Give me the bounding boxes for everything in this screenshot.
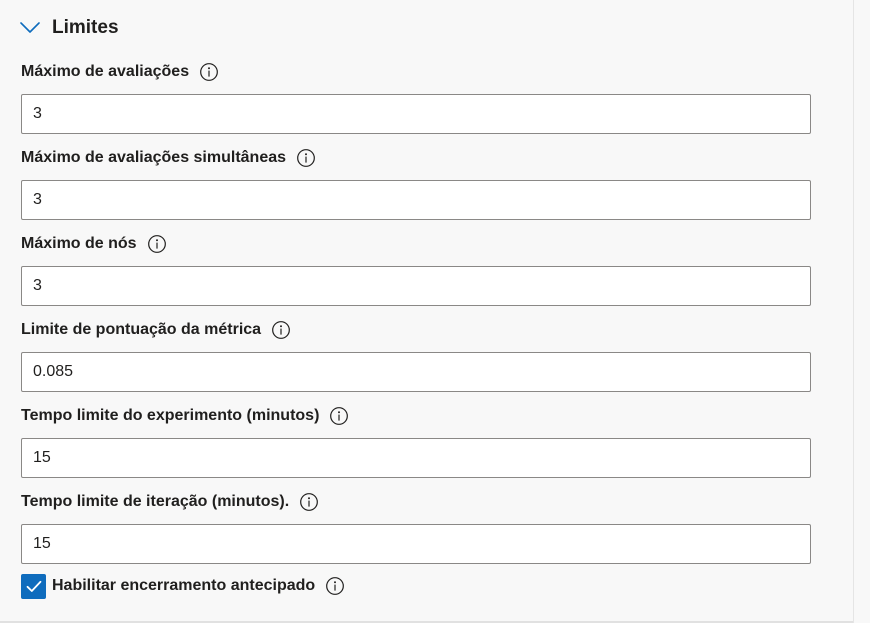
field-label: Tempo limite do experimento (minutos) bbox=[21, 407, 320, 424]
field-max-nodes: Máximo de nós bbox=[21, 232, 811, 306]
info-icon[interactable] bbox=[296, 148, 316, 168]
field-max-concurrent-trials: Máximo de avaliações simultâneas bbox=[21, 146, 811, 220]
field-label: Máximo de nós bbox=[21, 235, 137, 252]
early-termination-label[interactable]: Habilitar encerramento antecipado bbox=[52, 577, 315, 595]
info-icon[interactable] bbox=[147, 234, 167, 254]
field-label: Tempo limite de iteração (minutos). bbox=[21, 493, 290, 510]
metric-score-threshold-input[interactable] bbox=[21, 352, 811, 392]
info-icon[interactable] bbox=[325, 576, 345, 596]
field-label: Máximo de avaliações simultâneas bbox=[21, 149, 287, 166]
max-concurrent-trials-input[interactable] bbox=[21, 180, 811, 220]
field-max-trials: Máximo de avaliações bbox=[21, 60, 811, 134]
experiment-timeout-input[interactable] bbox=[21, 438, 811, 478]
field-label: Limite de pontuação da métrica bbox=[21, 321, 262, 338]
iteration-timeout-input[interactable] bbox=[21, 524, 811, 564]
early-termination-option: Habilitar encerramento antecipado bbox=[21, 573, 345, 599]
limits-section-toggle[interactable]: Limites bbox=[20, 14, 119, 42]
early-termination-checkbox[interactable] bbox=[21, 573, 46, 599]
field-iteration-timeout: Tempo limite de iteração (minutos). bbox=[21, 490, 811, 564]
info-icon[interactable] bbox=[271, 320, 291, 340]
field-metric-score-threshold: Limite de pontuação da métrica bbox=[21, 318, 811, 392]
info-icon[interactable] bbox=[329, 406, 349, 426]
field-experiment-timeout: Tempo limite do experimento (minutos) bbox=[21, 404, 811, 478]
panel-divider bbox=[853, 0, 854, 623]
checkmark-icon bbox=[26, 580, 41, 592]
info-icon[interactable] bbox=[199, 62, 219, 82]
section-title: Limites bbox=[52, 17, 119, 38]
chevron-down-icon bbox=[20, 22, 40, 33]
max-nodes-input[interactable] bbox=[21, 266, 811, 306]
max-trials-input[interactable] bbox=[21, 94, 811, 134]
field-label: Máximo de avaliações bbox=[21, 63, 190, 80]
info-icon[interactable] bbox=[299, 492, 319, 512]
